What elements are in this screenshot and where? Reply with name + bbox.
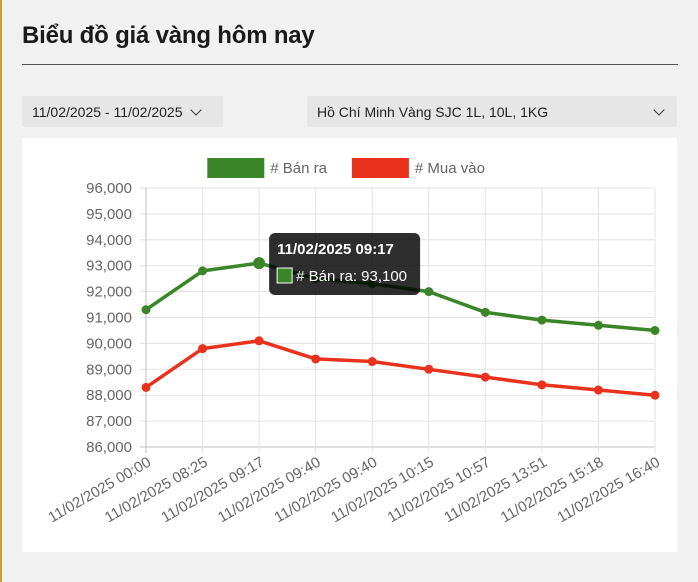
series-line-1 <box>145 339 656 397</box>
x-tick-label: 11/02/2025 16:40 <box>554 454 663 527</box>
legend-swatch <box>351 158 409 178</box>
data-point <box>254 336 264 346</box>
data-point <box>593 385 603 395</box>
legend-label: # Mua vào <box>415 160 485 177</box>
y-tick-label: 91,000 <box>86 310 132 327</box>
data-point <box>198 266 208 276</box>
y-tick-label: 93,000 <box>86 258 132 275</box>
y-tick-label: 96,000 <box>86 180 132 197</box>
chart-legend: # Bán ra # Mua vào <box>207 158 485 178</box>
y-tick-label: 89,000 <box>86 361 132 378</box>
chart-grid <box>140 187 656 453</box>
data-point <box>424 364 434 374</box>
y-tick-label: 87,000 <box>86 413 132 430</box>
legend-label: # Bán ra <box>270 160 327 177</box>
data-point <box>367 357 377 367</box>
y-tick-label: 88,000 <box>86 387 132 404</box>
data-point <box>198 344 208 354</box>
data-point <box>141 382 151 392</box>
tooltip-title: 11/02/2025 09:17 <box>277 241 394 258</box>
chart-tooltip: 11/02/2025 09:17 # Bán ra: 93,100 <box>253 233 421 295</box>
data-point <box>537 315 547 325</box>
y-tick-label: 94,000 <box>86 232 132 249</box>
tooltip-swatch <box>276 267 293 284</box>
active-point <box>253 257 266 270</box>
data-point <box>424 287 434 297</box>
y-tick-label: 95,000 <box>86 206 132 223</box>
y-axis: 86,000 87,000 88,000 89,000 90,000 91,000 92,0… <box>86 180 132 456</box>
y-tick-label: 92,000 <box>86 284 132 301</box>
data-point <box>650 390 660 400</box>
legend-swatch <box>207 158 265 178</box>
data-point <box>311 354 321 364</box>
y-tick-label: 90,000 <box>86 335 132 352</box>
data-point <box>141 305 151 315</box>
data-point <box>650 325 660 335</box>
data-point <box>480 372 490 382</box>
price-chart: 86,000 87,000 88,000 89,000 90,000 91,000 92,0… <box>45 158 663 527</box>
x-axis: 11/02/2025 00:0011/02/2025 08:2511/02/20… <box>45 454 663 527</box>
data-point <box>593 320 603 330</box>
tooltip-label: # Bán ra: 93,100 <box>296 268 407 285</box>
y-tick-label: 86,000 <box>86 439 132 456</box>
data-point <box>480 307 490 317</box>
data-point <box>537 380 547 390</box>
